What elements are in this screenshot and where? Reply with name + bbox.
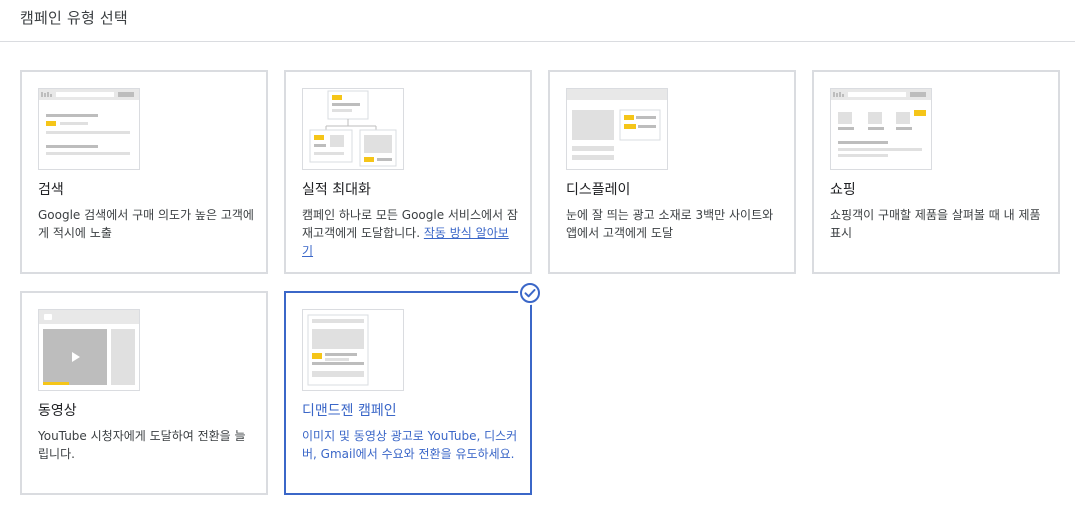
card-description: Google 검색에서 구매 의도가 높은 고객에게 적시에 노출 — [38, 208, 254, 240]
card-title: 실적 최대화 — [302, 182, 371, 198]
campaign-card-shopping[interactable]: 쇼핑 쇼핑객이 구매할 제품을 살펴볼 때 내 제품 표시 — [812, 70, 1060, 274]
card-title: 디스플레이 — [566, 182, 631, 198]
check-circle-icon — [518, 281, 542, 305]
card-title: 디맨드젠 캠페인 — [302, 403, 397, 419]
card-description: 쇼핑객이 구매할 제품을 살펴볼 때 내 제품 표시 — [830, 208, 1041, 240]
card-title: 검색 — [38, 182, 64, 198]
campaign-card-search[interactable]: 검색 Google 검색에서 구매 의도가 높은 고객에게 적시에 노출 — [20, 70, 268, 274]
card-title: 쇼핑 — [830, 182, 856, 198]
card-description: 이미지 및 동영상 광고로 YouTube, 디스커버, Gmail에서 수요와… — [302, 429, 518, 461]
display-illustration-icon — [566, 88, 668, 170]
card-description: YouTube 시청자에게 도달하여 전환을 늘립니다. — [38, 429, 246, 461]
card-title: 동영상 — [38, 403, 77, 419]
page-header: 캠페인 유형 선택 — [0, 0, 1075, 42]
search-illustration-icon — [38, 88, 140, 170]
video-illustration-icon — [38, 309, 140, 391]
card-description: 눈에 잘 띄는 광고 소재로 3백만 사이트와 앱에서 고객에게 도달 — [566, 208, 774, 240]
demand-gen-illustration-icon — [302, 309, 404, 391]
performance-max-illustration-icon — [302, 88, 404, 170]
card-description: 캠페인 하나로 모든 Google 서비스에서 잠재고객에게 도달합니다. 작동… — [302, 208, 518, 258]
campaign-card-performance-max[interactable]: 실적 최대화 캠페인 하나로 모든 Google 서비스에서 잠재고객에게 도달… — [284, 70, 532, 274]
campaign-card-display[interactable]: 디스플레이 눈에 잘 띄는 광고 소재로 3백만 사이트와 앱에서 고객에게 도… — [548, 70, 796, 274]
shopping-illustration-icon — [830, 88, 932, 170]
campaign-card-video[interactable]: 동영상 YouTube 시청자에게 도달하여 전환을 늘립니다. — [20, 291, 268, 495]
page-title: 캠페인 유형 선택 — [20, 9, 128, 27]
campaign-card-demand-gen[interactable]: 디맨드젠 캠페인 이미지 및 동영상 광고로 YouTube, 디스커버, Gm… — [284, 281, 542, 495]
